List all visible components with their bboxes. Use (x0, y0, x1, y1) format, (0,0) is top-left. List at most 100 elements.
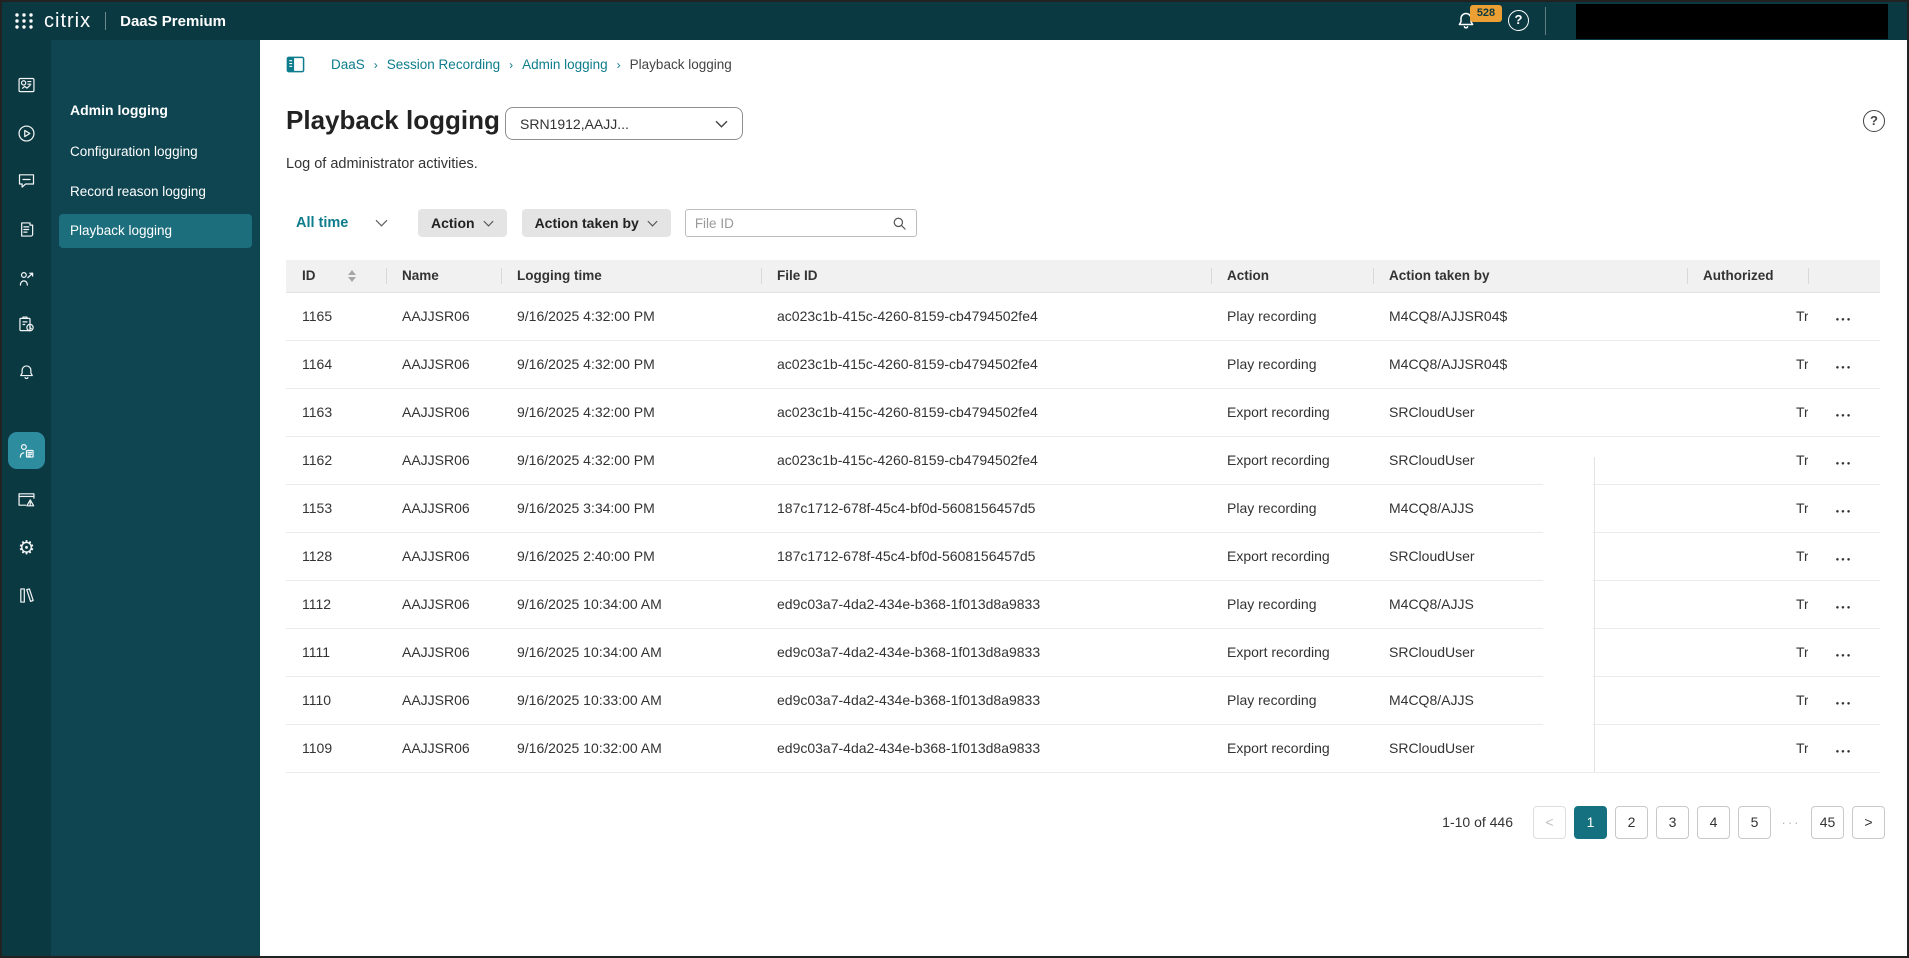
play-circle-icon[interactable] (2, 115, 51, 151)
table-row[interactable]: 1162 AAJJSR06 9/16/2025 4:32:00 PM ac023… (286, 436, 1880, 485)
breadcrumb-admin-logging[interactable]: Admin logging (522, 57, 608, 72)
cell-name: AAJJSR06 (386, 388, 501, 437)
row-menu-button[interactable]: ●●● (1836, 365, 1853, 371)
chat-icon[interactable] (2, 162, 51, 198)
column-header-name[interactable]: Name (386, 260, 501, 293)
action-filter-button[interactable]: Action (418, 209, 507, 237)
server-select-dropdown[interactable]: SRN1912,AAJJ... (505, 107, 743, 140)
row-menu-button[interactable]: ●●● (1836, 509, 1853, 515)
table-header-row: ID Name Logging time File ID Action Acti… (286, 260, 1880, 293)
cell-name: AAJJSR06 (386, 724, 501, 773)
sidebar-item-playback-logging[interactable]: Playback logging (59, 214, 252, 248)
pagination-page-1[interactable]: 1 (1574, 805, 1607, 839)
file-id-search-input[interactable] (694, 215, 892, 231)
table-row[interactable]: 1164 AAJJSR06 9/16/2025 4:32:00 PM ac023… (286, 340, 1880, 389)
collapse-sidebar-icon[interactable]: » (14, 952, 24, 956)
bell-icon[interactable] (2, 354, 51, 390)
cell-name: AAJJSR06 (386, 340, 501, 389)
cell-authorized: True (1687, 292, 1808, 341)
cell-logging-time: 9/16/2025 4:32:00 PM (501, 340, 761, 389)
row-menu-button[interactable]: ●●● (1836, 461, 1853, 467)
product-name: DaaS Premium (120, 12, 226, 30)
cell-id: 1111 (286, 628, 386, 677)
column-header-action-taken-by[interactable]: Action taken by (1373, 260, 1687, 293)
cell-action-taken-by: SRCloudUser (1373, 724, 1687, 773)
cell-file-id: ac023c1b-415c-4260-8159-cb4794502fe4 (761, 436, 1211, 485)
pagination-summary: 1-10 of 446 (1442, 814, 1513, 830)
column-header-action[interactable]: Action (1211, 260, 1373, 293)
column-header-file-id[interactable]: File ID (761, 260, 1211, 293)
row-menu-button[interactable]: ●●● (1836, 749, 1853, 755)
cell-action: Play recording (1211, 580, 1373, 629)
script-log-icon[interactable] (2, 211, 51, 247)
window-alert-icon[interactable] (2, 481, 51, 517)
row-menu-button[interactable]: ●●● (1836, 557, 1853, 563)
pagination-page-4[interactable]: 4 (1697, 805, 1730, 839)
cell-action-taken-by: M4CQ8/AJJS (1373, 676, 1687, 725)
table-row[interactable]: 1112 AAJJSR06 9/16/2025 10:34:00 AM ed9c… (286, 580, 1880, 629)
pagination-page-2[interactable]: 2 (1615, 805, 1648, 839)
cell-logging-time: 9/16/2025 10:34:00 AM (501, 580, 761, 629)
cell-authorized: True (1687, 676, 1808, 725)
table-row[interactable]: 1128 AAJJSR06 9/16/2025 2:40:00 PM 187c1… (286, 532, 1880, 581)
cell-action-taken-by: M4CQ8/AJJS (1373, 484, 1687, 533)
sidebar-item-record-reason-logging[interactable]: Record reason logging (51, 176, 260, 208)
pagination-next-button[interactable]: > (1852, 805, 1885, 839)
column-header-logging-time[interactable]: Logging time (501, 260, 761, 293)
library-icon[interactable] (2, 577, 51, 613)
monitor-dashboard-icon[interactable] (2, 67, 51, 103)
cell-id: 1163 (286, 388, 386, 437)
time-range-filter[interactable]: All time (296, 215, 388, 231)
column-header-id-label: ID (302, 268, 316, 284)
pagination-page-45[interactable]: 45 (1811, 805, 1844, 839)
notification-count-badge[interactable]: 528 (1470, 5, 1502, 22)
cell-action-taken-by: M4CQ8/AJJSR04$ (1373, 340, 1687, 389)
cell-action: Play recording (1211, 484, 1373, 533)
user-activity-icon[interactable] (2, 260, 51, 296)
cell-authorized: True (1687, 724, 1808, 773)
cell-action-taken-by: SRCloudUser (1373, 628, 1687, 677)
sidebar-section-header: Admin logging (70, 102, 168, 118)
gear-icon[interactable]: ⚙ (2, 530, 51, 566)
pagination-page-3[interactable]: 3 (1656, 805, 1689, 839)
sidebar-item-configuration-logging[interactable]: Configuration logging (51, 136, 260, 168)
app-grid-icon[interactable] (14, 11, 34, 31)
table-row[interactable]: 1165 AAJJSR06 9/16/2025 4:32:00 PM ac023… (286, 292, 1880, 341)
cell-file-id: 187c1712-678f-45c4-bf0d-5608156457d5 (761, 484, 1211, 533)
panel-toggle-icon[interactable] (286, 55, 305, 74)
cell-logging-time: 9/16/2025 4:32:00 PM (501, 388, 761, 437)
clipboard-clock-icon[interactable] (2, 306, 51, 342)
pagination-prev-button[interactable]: < (1533, 805, 1566, 839)
table-row[interactable]: 1153 AAJJSR06 9/16/2025 3:34:00 PM 187c1… (286, 484, 1880, 533)
breadcrumb-session-recording[interactable]: Session Recording (387, 57, 500, 72)
row-menu-button[interactable]: ●●● (1836, 413, 1853, 419)
table-row[interactable]: 1111 AAJJSR06 9/16/2025 10:34:00 AM ed9c… (286, 628, 1880, 677)
cell-authorized: True (1687, 340, 1808, 389)
action-taken-by-filter-button[interactable]: Action taken by (521, 209, 671, 237)
pagination-page-5[interactable]: 5 (1738, 805, 1771, 839)
cell-name: AAJJSR06 (386, 628, 501, 677)
citrix-logo: citrix (44, 9, 92, 32)
table-row[interactable]: 1109 AAJJSR06 9/16/2025 10:32:00 AM ed9c… (286, 724, 1880, 773)
row-menu-button[interactable]: ●●● (1836, 605, 1853, 611)
help-icon[interactable]: ? (1508, 10, 1529, 31)
row-menu-button[interactable]: ●●● (1836, 701, 1853, 707)
chevron-down-icon (715, 120, 728, 128)
breadcrumb-separator: › (373, 57, 378, 72)
cell-action-taken-by: SRCloudUser (1373, 436, 1687, 485)
column-header-id[interactable]: ID (286, 260, 386, 293)
cell-logging-time: 9/16/2025 10:33:00 AM (501, 676, 761, 725)
page-help-icon[interactable]: ? (1863, 110, 1885, 132)
cell-file-id: ac023c1b-415c-4260-8159-cb4794502fe4 (761, 388, 1211, 437)
cell-action: Export recording (1211, 628, 1373, 677)
table-row[interactable]: 1163 AAJJSR06 9/16/2025 4:32:00 PM ac023… (286, 388, 1880, 437)
search-icon[interactable] (892, 216, 907, 231)
row-menu-button[interactable]: ●●● (1836, 653, 1853, 659)
breadcrumb-daas[interactable]: DaaS (331, 57, 365, 72)
table-row[interactable]: 1110 AAJJSR06 9/16/2025 10:33:00 AM ed9c… (286, 676, 1880, 725)
sort-icon[interactable] (347, 269, 356, 282)
row-menu-button[interactable]: ●●● (1836, 317, 1853, 323)
admin-logging-icon[interactable] (2, 432, 51, 468)
cell-id: 1112 (286, 580, 386, 629)
column-header-authorized[interactable]: Authorized (1687, 260, 1808, 293)
